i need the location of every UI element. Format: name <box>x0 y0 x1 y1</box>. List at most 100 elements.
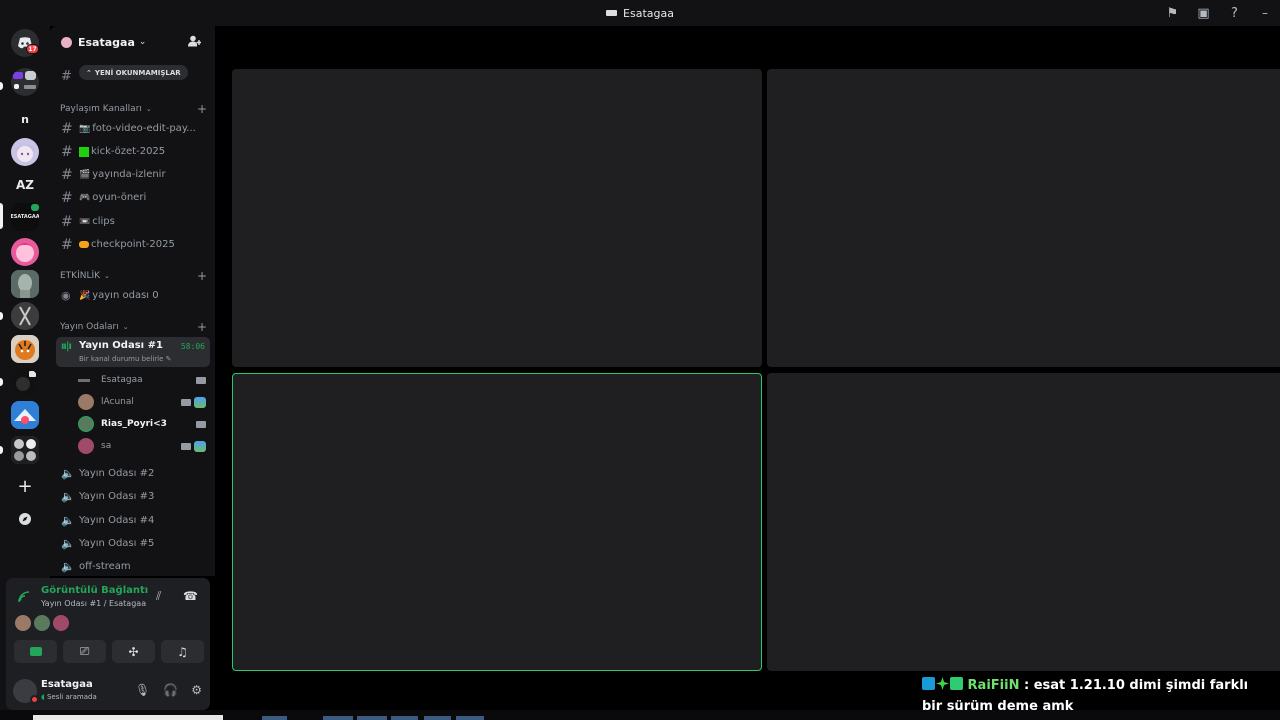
category-label: Yayın Odaları <box>60 322 119 332</box>
camera-toggle-button[interactable] <box>14 640 57 663</box>
voice-channel-3[interactable]: 🔈 Yayın Odası #3 <box>56 486 210 507</box>
camera-icon <box>196 376 206 384</box>
mention-badge: 17 <box>26 44 39 54</box>
video-tile-3-speaking[interactable] <box>232 373 762 671</box>
stage-channel-yayin-odasi-0[interactable]: ◉ 🎉 yayın odası 0 <box>56 285 210 306</box>
avatar <box>78 372 94 388</box>
chevron-down-icon: ⌄ <box>138 37 147 47</box>
speaker-icon: 🔈 <box>61 537 75 550</box>
microphone-icon[interactable]: 🎙 <box>135 683 150 697</box>
server-icon-az[interactable]: AZ <box>11 171 39 199</box>
voice-user-sa[interactable]: sa <box>78 436 206 456</box>
server-unread-pill <box>0 82 3 90</box>
voice-channel-2[interactable]: 🔈 Yayın Odası #2 <box>56 463 210 484</box>
activities-icon: ✣ <box>128 644 139 659</box>
help-icon[interactable]: ? <box>1219 0 1250 26</box>
inbox-icon[interactable]: ▣ <box>1188 0 1219 26</box>
voice-channel-off-stream[interactable]: 🔈 off-stream <box>56 556 210 576</box>
channel-checkpoint[interactable]: # checkpoint-2025 <box>56 234 210 255</box>
video-stage <box>215 26 1280 710</box>
add-member-icon[interactable] <box>188 35 201 50</box>
compass-icon <box>19 513 31 525</box>
headphones-icon[interactable]: 🎧 <box>163 683 178 697</box>
taskbar-item[interactable] <box>262 716 287 720</box>
chevron-down-icon: ⌄ <box>122 323 129 331</box>
server-folder[interactable] <box>11 436 39 464</box>
flag-icon[interactable]: ⚑ <box>1157 0 1188 26</box>
voice-channel-4[interactable]: 🔈 Yayın Odası #4 <box>56 510 210 531</box>
camera-icon <box>196 420 206 428</box>
new-unreads-pill[interactable]: ⌃ YENİ OKUNMAMIŞLAR <box>79 65 188 80</box>
category-yayin-odalari[interactable]: Yayın Odaları ⌄ + <box>60 320 210 334</box>
channel-status-prompt[interactable]: Bir kanal durumu belirle ✎ <box>79 355 172 363</box>
disconnect-icon[interactable]: ☎ <box>183 589 198 603</box>
new-unreads-label: YENİ OKUNMAMIŞLAR <box>94 68 181 77</box>
participant-avatar <box>53 615 69 631</box>
channel-foto-video[interactable]: # 📷 foto-video-edit-pay... <box>56 118 210 139</box>
stage-icon: ◉ <box>61 289 71 302</box>
add-channel-icon[interactable]: + <box>197 269 207 283</box>
hash-icon: # <box>61 189 73 206</box>
channel-name: foto-video-edit-pay... <box>92 123 196 134</box>
server-icon-2[interactable] <box>11 68 39 96</box>
chat-separator: : <box>1023 678 1030 693</box>
settings-gear-icon[interactable]: ⚙ <box>191 683 202 697</box>
voice-user-esatagaa[interactable]: Esatagaa <box>78 370 206 390</box>
video-tile-1[interactable] <box>232 69 762 367</box>
video-tile-2[interactable] <box>767 69 1280 367</box>
activities-button[interactable]: ✣ <box>112 640 155 663</box>
call-icon: ◖ <box>41 693 45 701</box>
taskbar-item[interactable] <box>357 716 387 720</box>
add-channel-icon[interactable]: + <box>197 320 207 334</box>
channel-oyun-oneri[interactable]: # 🎮 oyun-öneri <box>56 187 210 208</box>
active-voice-channel[interactable]: ıı|ı Yayın Odası #1 58:06 Bir kanal duru… <box>56 337 210 367</box>
speaker-icon: 🔈 <box>61 560 75 573</box>
user-panel: Esatagaa ◖ Sesli aramada 🎙 🎧 ⚙ <box>6 672 210 710</box>
server-icon-pink[interactable] <box>11 238 39 266</box>
taskbar-item[interactable] <box>391 716 418 720</box>
noise-suppression-icon[interactable]: ⫽ <box>156 589 161 604</box>
voice-timer: 58:06 <box>180 342 205 351</box>
server-icon-dark[interactable] <box>11 368 39 396</box>
category-etkinlik[interactable]: ETKİNLİK ⌄ + <box>60 269 210 283</box>
channel-sidebar: Esatagaa ⌄ # ⌃ YENİ OKUNMAMIŞLAR Paylaşı… <box>50 26 215 576</box>
minimize-icon[interactable]: – <box>1250 0 1280 26</box>
taskbar-item[interactable] <box>424 716 451 720</box>
voice-channel-5[interactable]: 🔈 Yayın Odası #5 <box>56 533 210 554</box>
channel-name: Yayın Odası #2 <box>79 468 155 479</box>
signal-icon[interactable] <box>18 591 30 606</box>
discover-button[interactable] <box>11 505 39 533</box>
server-icon-anime[interactable] <box>11 138 39 166</box>
channel-kick-ozet[interactable]: # kick-özet-2025 <box>56 141 210 162</box>
add-channel-icon[interactable]: + <box>197 102 207 116</box>
soundboard-button[interactable]: ♫ <box>161 640 204 663</box>
taskbar-item[interactable] <box>33 715 223 720</box>
camera-icon <box>181 442 191 450</box>
orange-badge-icon <box>79 241 89 248</box>
category-paylasim[interactable]: Paylaşım Kanalları ⌄ + <box>60 102 210 116</box>
grey-emblem-icon <box>11 302 39 330</box>
server-icon-tiger[interactable] <box>11 335 39 363</box>
server-icon-blue[interactable] <box>11 401 39 429</box>
channel-status-text: Bir kanal durumu belirle <box>79 355 164 363</box>
channel-name: off-stream <box>79 561 131 572</box>
channel-clips[interactable]: # 📼 clips <box>56 211 210 232</box>
voice-user-lacunal[interactable]: lAcunal <box>78 392 206 412</box>
category-label: Paylaşım Kanalları <box>60 104 142 114</box>
taskbar-item[interactable] <box>323 716 353 720</box>
speaker-icon: 🔈 <box>61 467 75 480</box>
channel-yayinda-izlenir[interactable]: # 🎬 yayında-izlenir <box>56 164 210 185</box>
taskbar-item[interactable] <box>456 716 484 720</box>
camera-icon <box>29 647 42 656</box>
channel-emoji: 🎮 <box>79 192 91 203</box>
server-icon-grey[interactable] <box>11 302 39 330</box>
badge-icon <box>922 677 935 690</box>
chevron-down-icon: ⌄ <box>104 272 110 280</box>
voice-user-rias[interactable]: Rias_Poyri<3 <box>78 414 206 434</box>
screen-share-button[interactable]: ⎚ <box>63 640 106 663</box>
server-icon-n[interactable]: n <box>11 105 39 133</box>
server-icon-statue[interactable] <box>11 270 39 298</box>
add-server-button[interactable]: + <box>11 472 39 500</box>
voice-connection-location[interactable]: Yayın Odası #1 / Esatagaa <box>41 599 146 608</box>
video-tile-4[interactable] <box>767 373 1280 671</box>
